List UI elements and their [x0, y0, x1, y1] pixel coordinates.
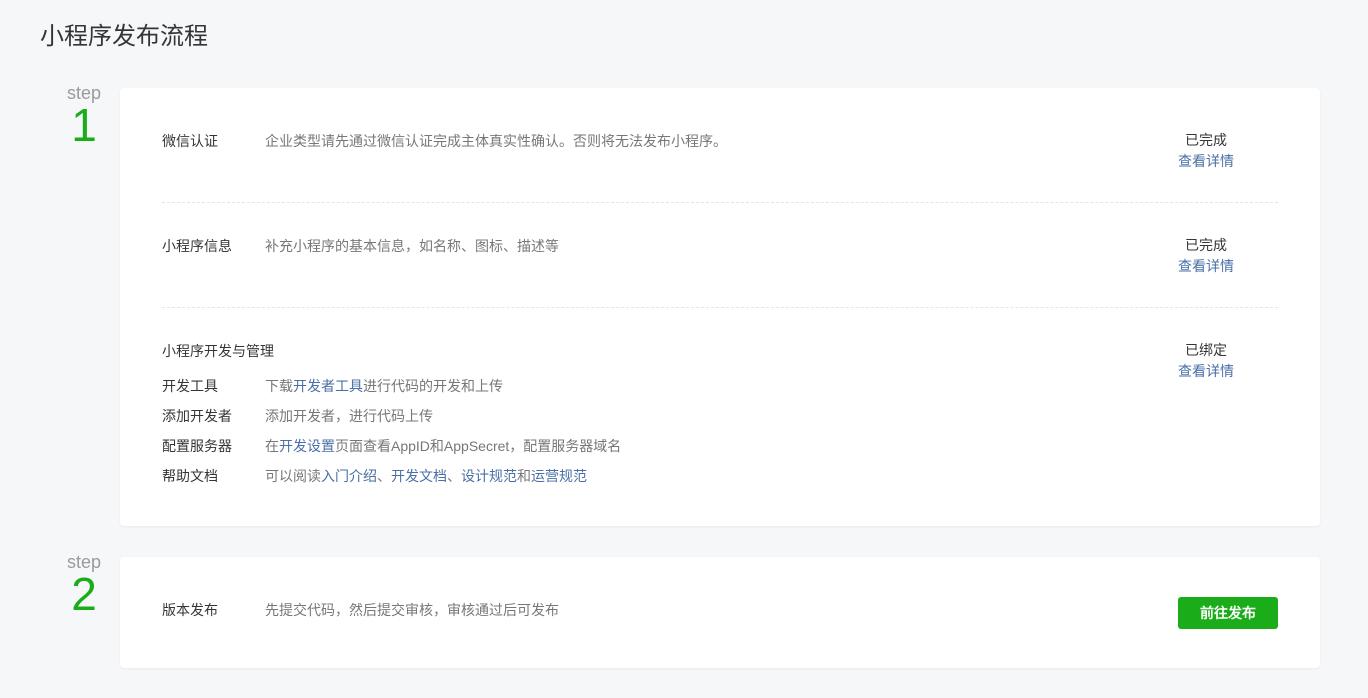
desc-text: 进行代码的开发和上传 [363, 378, 503, 394]
desc-text: 在 [265, 438, 279, 454]
version-release-row: 版本发布 先提交代码，然后提交审核，审核通过后可发布 [162, 600, 1278, 640]
desc-text: 、 [447, 468, 461, 484]
desc-text: 页面查看AppID和AppSecret，配置服务器域名 [335, 438, 622, 454]
desc-text: 、 [377, 468, 391, 484]
desc-text: 添加开发者，进行代码上传 [265, 408, 433, 424]
view-details-link[interactable]: 查看详情 [1178, 153, 1234, 169]
doc-link[interactable]: 设计规范 [461, 468, 517, 484]
doc-link[interactable]: 运营规范 [531, 468, 587, 484]
item-desc: 下载开发者工具进行代码的开发和上传 [265, 376, 503, 396]
item-label: 开发工具 [162, 378, 218, 394]
go-publish-button[interactable]: 前往发布 [1178, 597, 1278, 629]
row-desc: 企业类型请先通过微信认证完成主体真实性确认。否则将无法发布小程序。 [265, 133, 727, 149]
step-number: 1 [71, 99, 97, 151]
view-details-link[interactable]: 查看详情 [1178, 258, 1234, 274]
divider [162, 202, 1278, 203]
page-title: 小程序发布流程 [40, 23, 208, 50]
divider [162, 307, 1278, 308]
row-label: 微信认证 [162, 133, 218, 149]
step-1-indicator: step 1 [60, 84, 108, 148]
item-desc: 可以阅读入门介绍、开发文档、设计规范和运营规范 [265, 466, 587, 486]
item-label: 添加开发者 [162, 408, 232, 424]
step-1-card: 微信认证 企业类型请先通过微信认证完成主体真实性确认。否则将无法发布小程序。 已… [120, 88, 1320, 526]
desc-text: 下载 [265, 378, 293, 394]
status-text: 已绑定 [1185, 342, 1227, 358]
row-label: 小程序开发与管理 [162, 343, 274, 359]
step-2-card: 版本发布 先提交代码，然后提交审核，审核通过后可发布 前往发布 [120, 557, 1320, 668]
row-label: 小程序信息 [162, 238, 232, 254]
row-label: 版本发布 [162, 602, 218, 618]
row-desc: 先提交代码，然后提交审核，审核通过后可发布 [265, 602, 559, 618]
status-text: 已完成 [1185, 132, 1227, 148]
doc-link[interactable]: 入门介绍 [321, 468, 377, 484]
doc-link[interactable]: 开发设置 [279, 438, 335, 454]
step-number: 2 [71, 568, 97, 620]
step-2-indicator: step 2 [60, 553, 108, 617]
doc-link[interactable]: 开发者工具 [293, 378, 363, 394]
view-details-link[interactable]: 查看详情 [1178, 363, 1234, 379]
status-text: 已完成 [1185, 237, 1227, 253]
desc-text: 和 [517, 468, 531, 484]
desc-text: 可以阅读 [265, 468, 321, 484]
row-desc: 补充小程序的基本信息，如名称、图标、描述等 [265, 238, 559, 254]
item-desc: 在开发设置页面查看AppID和AppSecret，配置服务器域名 [265, 436, 621, 456]
doc-link[interactable]: 开发文档 [391, 468, 447, 484]
item-label: 配置服务器 [162, 438, 232, 454]
item-label: 帮助文档 [162, 468, 218, 484]
item-desc: 添加开发者，进行代码上传 [265, 406, 433, 426]
